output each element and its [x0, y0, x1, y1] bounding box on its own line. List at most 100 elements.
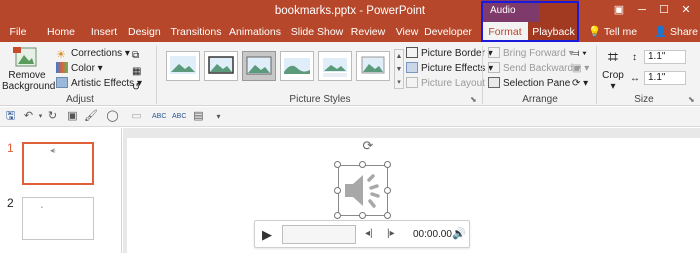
align-icon[interactable]: ⫤ ▾ [572, 46, 587, 61]
slide-thumbnail[interactable]: • [22, 197, 94, 240]
send-backward-icon [488, 62, 500, 73]
skip-back-icon[interactable]: ◂| [365, 228, 373, 239]
height-field[interactable]: 1.1" [644, 50, 686, 64]
close-icon[interactable]: ✕ [677, 2, 695, 18]
picture-style-thumb[interactable] [280, 51, 314, 81]
size-dialog-launcher-icon[interactable]: ⬊ [688, 92, 695, 107]
skip-forward-icon[interactable]: |▸ [387, 228, 395, 239]
ribbon-display-options-icon[interactable]: ▣ [610, 2, 628, 18]
picture-border-button[interactable]: Picture Border ▾ [406, 46, 493, 61]
picture-style-thumb[interactable] [318, 51, 352, 81]
start-from-beginning-icon[interactable]: ▣ [66, 110, 79, 123]
play-icon[interactable]: ▶ [262, 227, 272, 243]
slide-thumbnail-active[interactable]: ◀) [22, 142, 94, 185]
maximize-icon[interactable]: ☐ [655, 2, 673, 18]
remove-background-label-1: Remove [8, 70, 46, 81]
bring-forward-icon [488, 47, 500, 58]
tab-file[interactable]: File [4, 22, 32, 42]
volume-icon[interactable]: 🔊 [452, 227, 466, 240]
resize-handle[interactable] [359, 161, 366, 168]
seek-bar[interactable] [282, 225, 356, 244]
picture-style-thumb-selected[interactable] [242, 51, 276, 81]
bring-forward-button[interactable]: Bring Forward ▾ [488, 46, 574, 61]
playback-time: 00:00.00 [413, 229, 452, 240]
tab-insert[interactable]: Insert [88, 22, 120, 42]
picture-effects-icon [406, 62, 418, 73]
ribbon-tab-row: File Home Insert Design Transitions Anim… [0, 22, 700, 42]
dialog-launcher-icon[interactable]: ⬊ [470, 92, 477, 107]
resize-handle[interactable] [334, 212, 341, 219]
picture-style-thumb[interactable] [204, 51, 238, 81]
bullet-icon: • [41, 205, 43, 211]
person-icon: 👤 [654, 26, 668, 38]
table-icon[interactable]: ▭ [130, 110, 143, 123]
arrange-group-label: Arrange [522, 94, 558, 105]
redo-icon[interactable]: ↻ [46, 110, 59, 123]
resize-handle[interactable] [384, 161, 391, 168]
picture-layout-button[interactable]: Picture Layout ▾ [406, 76, 493, 91]
picture-effects-button[interactable]: Picture Effects ▾ [406, 61, 493, 76]
separator [482, 46, 483, 104]
customize-qat-icon[interactable]: ▾ [212, 110, 225, 123]
shapes-icon[interactable]: ◯ [106, 110, 119, 123]
rotate-handle-icon[interactable]: ⟳ [361, 139, 375, 153]
remove-background-button[interactable]: Remove Background [2, 70, 55, 92]
picture-effects-label: Picture Effects [421, 63, 486, 74]
width-icon: ↔ [630, 73, 640, 84]
crop-label: Crop [602, 70, 624, 81]
reset-picture-icon[interactable]: ↺ [132, 80, 140, 95]
share-button[interactable]: 👤 Share [654, 22, 698, 42]
resize-handle[interactable] [384, 187, 391, 194]
resize-handle[interactable] [384, 212, 391, 219]
lightbulb-icon: 💡 [588, 26, 602, 38]
height-icon: ↕ [632, 52, 637, 63]
minimize-icon[interactable]: ─ [633, 2, 651, 18]
tab-animations[interactable]: Animations [228, 22, 282, 42]
tell-me-label: Tell me [603, 26, 638, 38]
gallery-scroll-arrows[interactable]: ▲ ▼ ▾ [394, 49, 404, 89]
tell-me-search[interactable]: 💡 Tell me [588, 22, 637, 42]
crop-button[interactable]: Crop ▾ [600, 70, 626, 92]
artistic-effects-button[interactable]: Artistic Effects ▾ [56, 76, 142, 91]
compress-pictures-icon[interactable]: ⧉ [132, 48, 139, 63]
format-painter-icon[interactable]: 🖌 [84, 110, 98, 123]
picture-style-thumb[interactable] [356, 51, 390, 81]
picture-border-icon [406, 47, 418, 58]
tab-transitions[interactable]: Transitions [170, 22, 222, 42]
speaker-icon [345, 174, 380, 208]
save-icon[interactable]: 🖫 [4, 110, 17, 123]
tab-design[interactable]: Design [128, 22, 161, 42]
corrections-button[interactable]: ☀ Corrections ▾ [56, 46, 130, 61]
width-field[interactable]: 1.1" [644, 71, 686, 85]
selection-pane-button[interactable]: Selection Pane [488, 76, 570, 91]
resize-handle[interactable] [359, 212, 366, 219]
ribbon: Remove Background ☀ Corrections ▾ Color ▾… [0, 42, 700, 106]
send-backward-button[interactable]: Send Backward ▾ [488, 61, 581, 76]
picture-layout-label: Picture Layout [421, 78, 485, 89]
group-icon[interactable]: ▣ ▾ [572, 61, 589, 76]
rotate-icon[interactable]: ⟳ ▾ [572, 76, 588, 91]
tab-home[interactable]: Home [44, 22, 78, 42]
resize-handle[interactable] [334, 187, 341, 194]
audio-object[interactable] [338, 165, 388, 216]
spelling-check-icon[interactable]: ABC [172, 110, 186, 123]
selection-pane-label: Selection Pane [503, 78, 571, 89]
picture-styles-group-label: Picture Styles [289, 94, 351, 105]
spelling-icon[interactable]: ABC [152, 110, 166, 123]
tab-view[interactable]: View [393, 22, 421, 42]
adjust-group-label: Adjust [66, 94, 94, 105]
resize-handle[interactable] [334, 161, 341, 168]
corrections-icon: ☀ [56, 49, 66, 61]
picture-style-thumb[interactable] [166, 51, 200, 81]
size-group-label: Size [634, 94, 654, 105]
tab-slide-show[interactable]: Slide Show [290, 22, 344, 42]
picture-border-label: Picture Border [421, 48, 485, 59]
change-picture-icon[interactable]: ▦ [132, 64, 141, 79]
crop-icon: ⌗ [607, 47, 619, 67]
color-button[interactable]: Color ▾ [56, 61, 103, 76]
artistic-effects-label: Artistic Effects [71, 78, 135, 89]
tab-developer[interactable]: Developer [422, 22, 474, 42]
color-icon [56, 62, 68, 73]
tab-review[interactable]: Review [350, 22, 386, 42]
slide-layout-icon[interactable]: ▤ [192, 110, 205, 123]
